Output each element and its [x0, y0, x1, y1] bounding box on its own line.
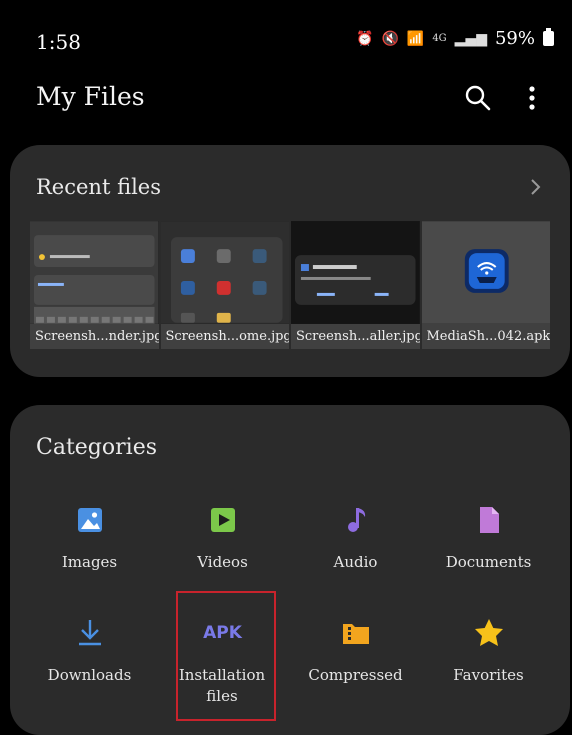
more-options-button[interactable] — [520, 82, 544, 114]
status-icons: ⏰ 🔇 📶 4G ▂▄▆ 59% — [356, 28, 554, 49]
categories-card: Categories Images Videos Audio Documents… — [10, 405, 570, 735]
category-label: Images — [61, 553, 118, 571]
category-label: Compressed — [308, 666, 403, 684]
document-icon — [469, 500, 509, 540]
chevron-right-icon — [531, 179, 541, 195]
recent-file-name: Screensh...ome.jpg — [160, 324, 289, 349]
category-label: Videos — [197, 553, 248, 571]
recent-file-item[interactable]: Screensh...nder.jpg — [30, 221, 159, 349]
recent-file-item[interactable]: MediaSh...042.apk — [421, 221, 550, 349]
alarm-icon: ⏰ — [356, 30, 374, 47]
recent-file-item[interactable]: Screensh...ome.jpg — [160, 221, 289, 349]
video-icon — [203, 500, 243, 540]
category-audio[interactable]: Audio — [289, 500, 422, 600]
apk-thumbnail — [421, 221, 550, 324]
category-documents[interactable]: Documents — [422, 500, 555, 600]
recent-file-item[interactable]: Screensh...aller.jpg — [291, 221, 420, 349]
archive-icon — [336, 613, 376, 653]
recent-files-more-button[interactable] — [524, 173, 548, 201]
network-type: 4G — [432, 33, 447, 44]
recent-file-name: MediaSh...042.apk — [421, 324, 550, 349]
page-title: My Files — [36, 82, 145, 111]
mute-icon: 🔇 — [381, 30, 399, 47]
battery-level: 59% — [494, 28, 535, 49]
category-videos[interactable]: Videos — [156, 500, 289, 600]
category-compressed[interactable]: Compressed — [289, 613, 422, 713]
star-icon — [469, 613, 509, 653]
recent-files-title: Recent files — [36, 175, 161, 199]
screenshot-thumbnail — [291, 221, 420, 324]
category-label: Audio — [333, 553, 378, 571]
categories-title: Categories — [36, 435, 157, 460]
app-bar: My Files — [0, 70, 572, 130]
category-downloads[interactable]: Downloads — [23, 613, 156, 713]
recent-file-name: Screensh...aller.jpg — [291, 324, 420, 349]
category-favorites[interactable]: Favorites — [422, 613, 555, 713]
music-note-icon — [336, 500, 376, 540]
more-vert-icon — [529, 86, 535, 110]
search-icon — [465, 85, 491, 111]
category-label: Downloads — [47, 666, 132, 684]
search-button[interactable] — [462, 82, 494, 114]
signal-icon: ▂▄▆ — [454, 30, 487, 47]
highlight-box — [176, 591, 276, 721]
status-time: 1:58 — [36, 30, 81, 54]
category-label: Favorites — [453, 666, 524, 684]
status-bar: 1:58 ⏰ 🔇 📶 4G ▂▄▆ 59% — [0, 0, 572, 70]
screenshot-thumbnail — [30, 221, 159, 324]
category-label: Documents — [445, 553, 532, 571]
recent-file-name: Screensh...nder.jpg — [30, 324, 159, 349]
category-images[interactable]: Images — [23, 500, 156, 600]
screenshot-thumbnail — [160, 221, 289, 324]
recent-files-card: Recent files Screensh...nder.jpg Screens… — [10, 145, 570, 377]
wifi-icon: 📶 — [406, 30, 425, 47]
battery-icon — [543, 28, 554, 46]
download-icon — [70, 613, 110, 653]
image-icon — [70, 500, 110, 540]
recent-files-list: Screensh...nder.jpg Screensh...ome.jpg S… — [30, 221, 550, 349]
